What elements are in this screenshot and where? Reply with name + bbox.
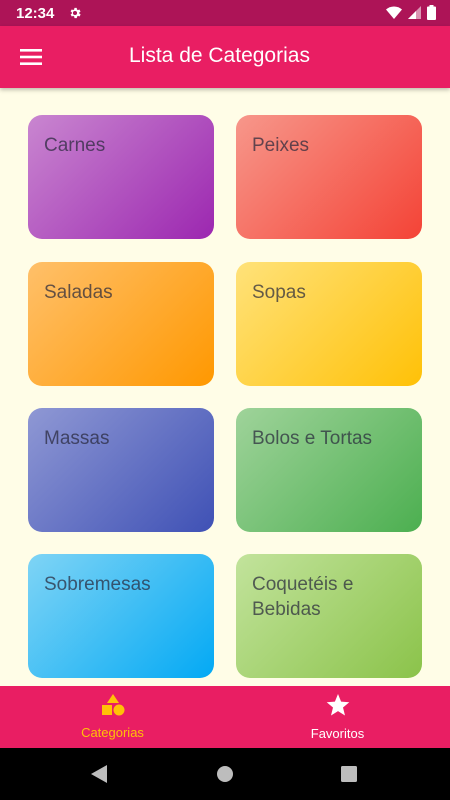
category-label: Coquetéis e Bebidas <box>252 574 354 620</box>
category-card-sopas[interactable]: Sopas <box>236 262 422 386</box>
page-title: Lista de Categorias <box>129 44 310 67</box>
category-label: Massas <box>44 428 110 449</box>
settings-gear-icon <box>68 6 82 20</box>
home-icon[interactable] <box>217 766 233 787</box>
bottom-navigation: Categorias Favoritos <box>0 686 450 748</box>
back-icon[interactable] <box>91 765 107 788</box>
nav-item-favoritos[interactable]: Favoritos <box>225 686 450 748</box>
recents-icon[interactable] <box>341 766 357 787</box>
category-label: Peixes <box>252 135 310 156</box>
nav-label: Categorias <box>81 725 144 740</box>
category-card-saladas[interactable]: Saladas <box>28 262 214 386</box>
wifi-icon <box>386 6 402 25</box>
category-label: Bolos e Tortas <box>252 428 373 449</box>
star-icon <box>326 693 350 722</box>
category-label: Carnes <box>44 135 106 156</box>
status-time: 12:34 <box>16 4 55 22</box>
category-label: Saladas <box>44 282 113 303</box>
cell-signal-icon <box>408 6 421 24</box>
category-card-massas[interactable]: Massas <box>28 408 214 532</box>
category-label: Sobremesas <box>44 574 151 595</box>
nav-item-categorias[interactable]: Categorias <box>0 686 225 748</box>
menu-icon[interactable] <box>20 48 42 66</box>
category-card-carnes[interactable]: Carnes <box>28 115 214 239</box>
category-card-coqueteis-e-bebidas[interactable]: Coquetéis e Bebidas <box>236 554 422 678</box>
app-bar: Lista de Categorias <box>0 26 450 88</box>
category-label: Sopas <box>252 282 306 303</box>
status-bar: 12:34 <box>0 0 450 26</box>
battery-icon <box>427 5 436 25</box>
category-card-bolos-e-tortas[interactable]: Bolos e Tortas <box>236 408 422 532</box>
category-card-sobremesas[interactable]: Sobremesas <box>28 554 214 678</box>
category-grid: Carnes Peixes Saladas Sopas Massas Bolos… <box>0 88 450 686</box>
nav-label: Favoritos <box>310 725 365 741</box>
shapes-icon <box>101 694 125 721</box>
system-navigation-bar <box>0 748 450 800</box>
category-card-peixes[interactable]: Peixes <box>236 115 422 239</box>
